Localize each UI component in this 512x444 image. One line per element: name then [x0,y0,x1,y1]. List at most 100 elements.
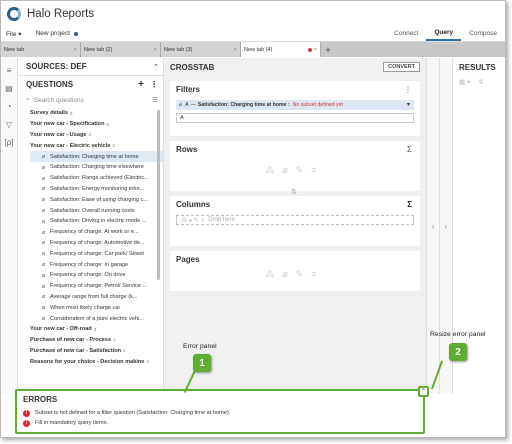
question-item[interactable]: ⌀ Frequency of charge: On drive [30,270,163,281]
question-label: Frequency of charge: Automotive de... [50,239,145,246]
new-project-button[interactable]: New project [36,30,78,37]
nav-query[interactable]: Query [426,26,462,41]
question-folder[interactable]: Your new car - Specification 5 [30,119,163,130]
resize-error-panel-button[interactable]: ⌃ [418,386,429,397]
title-bar: Halo Reports [1,1,505,26]
filter-item[interactable]: ⌀ A — Satisfaction: Charging time at hom… [176,100,414,110]
question-item[interactable]: ⌀ Satisfaction: Charging time elsewhere [30,162,163,173]
tab-new-tab[interactable]: New tab × [1,42,81,57]
question-item[interactable]: ⌀ Satisfaction: Charging time at home [30,151,163,162]
more-icon[interactable]: ⋮ [404,85,412,94]
sort-icon[interactable]: ⇅ [478,78,483,86]
question-folder[interactable]: Purchase of new car - Process 7 [30,335,163,346]
columns-title: Columns [176,200,211,209]
results-toolbar: ▦ ▾ ⇅ [459,76,505,88]
question-item[interactable]: ⌀ Satisfaction: Energy monitoring infor..… [30,184,163,195]
questions-header: QUESTIONS + ⋮ [26,78,158,90]
question-item[interactable]: ⌀ Satisfaction: Range achieved (Electric.… [30,173,163,184]
callout-badge-2: 2 [449,343,467,361]
swap-icon[interactable]: ⇅ [291,188,297,196]
question-link-icon: ⌀ [41,164,46,171]
unsaved-dot-icon [307,47,312,52]
gauge-icon[interactable]: ◔ [4,102,14,112]
scrollbar[interactable] [157,110,160,280]
close-icon[interactable]: × [154,47,157,53]
funnel-icon[interactable]: ▼ [406,102,411,108]
question-item[interactable]: ⌀ When most likely charge car [30,302,163,313]
chevron-updown-icon[interactable]: ⌃ [153,63,159,71]
question-count: 7 [113,337,116,343]
filters-title: Filters [176,85,201,94]
question-item[interactable]: ⌀ Satisfaction: Driving in electric mode … [30,216,163,227]
question-link-icon: ⌀ [41,186,46,193]
question-item[interactable]: ⌀ Consideration of a pure electric vehi..… [30,313,163,324]
add-question-icon[interactable]: + [138,79,144,90]
question-label: Satisfaction: Overall running costs [50,207,135,214]
tab-new-tab-3[interactable]: New tab (3) × [161,42,241,57]
close-icon[interactable]: × [234,47,237,53]
question-label: Your new car - Usage [30,131,87,138]
question-count: 3 [93,326,97,332]
question-folder[interactable]: Your new car - Electric vehicle 2 [30,140,163,151]
questions-icon[interactable]: ▤ [4,84,14,94]
question-item[interactable]: ⌀ Frequency of charge: In garage [30,259,163,270]
question-label: Purchase of new car - Process [30,337,112,344]
chevron-left-icon: ‹ [444,221,448,231]
question-item[interactable]: ⌀ Satisfaction: Ease of using charging c.… [30,194,163,205]
filter-expression-field[interactable]: A [176,113,414,123]
crosstab-header: CROSSTAB CONVERT [170,58,420,76]
question-count: 3 [88,132,91,138]
close-icon[interactable]: × [314,47,317,53]
question-folder[interactable]: Purchase of new car - Satisfaction 2 [30,346,163,357]
sigma-icon[interactable]: Σ [407,200,412,209]
chevron-right-icon: › [431,221,435,231]
question-folder[interactable]: Reasons for your choice - Decision makin… [30,356,163,367]
tab-new-tab-4[interactable]: New tab (4) × [241,42,321,57]
question-link-icon: ⌀ [41,305,46,312]
filter-options-icon[interactable]: ☰ [152,96,158,104]
question-link-icon: ⌀ [41,240,46,247]
sigma-icon[interactable]: Σ [407,145,412,154]
question-item[interactable]: ⌀ Frequency of charge: At work or e... [30,227,163,238]
question-folder[interactable]: Survey details 6 [30,108,163,119]
tab-new-tab-2[interactable]: New tab (2) × [81,42,161,57]
halo-logo-icon [7,6,21,21]
more-icon[interactable]: ⋮ [150,80,158,89]
nav-connect[interactable]: Connect [386,26,426,41]
filter-icon[interactable]: ▽ [4,120,14,130]
question-label: Consideration of a pure electric vehi... [50,315,144,322]
question-item[interactable]: ⌀ Average range from full charge (k... [30,292,163,303]
close-icon[interactable]: × [74,47,77,53]
filters-card: Filters ⋮ ⌀ A — Satisfaction: Charging t… [170,81,420,136]
question-label: Satisfaction: Ease of using charging c..… [50,196,148,203]
convert-button[interactable]: CONVERT [383,62,420,72]
question-folder[interactable]: Your new car - Usage 3 [30,130,163,141]
error-item: ! Subset is not defined for a filter ques… [23,408,419,418]
table-icon[interactable]: ▦ ▾ [459,78,470,86]
file-menu[interactable]: File ▾ [6,30,22,38]
question-count: 2 [112,143,115,149]
question-folder[interactable]: Your new car - Off-road 3 [30,324,163,335]
question-item[interactable]: ⌀ Frequency of charge: Automotive de... [30,238,163,249]
callout-resize-panel: Resize error panel [430,331,486,338]
sources-header[interactable]: SOURCES: DEF ⌃ [18,58,163,76]
question-label: Frequency of charge: On drive [50,272,126,279]
sources-panel: SOURCES: DEF ⌃ QUESTIONS + ⋮ ⌕ Search questi… [18,58,164,394]
add-tab-button[interactable]: + [321,42,335,57]
search-input[interactable]: ⌕ Search questions ☰ [18,92,163,108]
question-link-icon: ⌀ [41,262,46,269]
question-item[interactable]: ⌀ Frequency of charge: Petrol/ Service ..… [30,281,163,292]
nav-compose[interactable]: Compose [461,26,505,41]
variable-icon[interactable]: [ρ] [4,138,14,148]
database-icon[interactable]: ≡ [4,66,14,76]
question-label: Satisfaction: Charging time at home [50,153,139,160]
question-item[interactable]: ⌀ Satisfaction: Overall running costs [30,205,163,216]
error-icon: ! [23,409,30,417]
search-icon: ⌕ [26,96,30,103]
question-item[interactable]: ⌀ Frequency of charge: Car park/ Street [30,248,163,259]
placeholder-icons: ⁂⌀✎≡ [265,269,325,279]
drop-zone[interactable]: ⁂ ⌀ ✎ ≡ Drop here [176,215,414,225]
collapse-right-button[interactable]: › [427,58,440,394]
question-link-icon: ⌀ [41,251,46,258]
question-label: Your new car - Off-road [30,326,92,333]
